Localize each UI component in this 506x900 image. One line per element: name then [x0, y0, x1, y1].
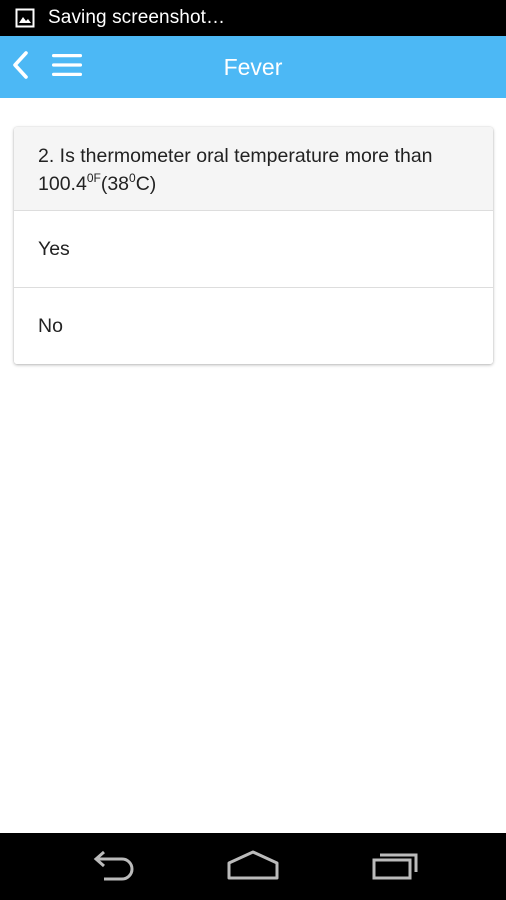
nav-home-icon — [225, 849, 281, 886]
app-bar: Fever — [0, 36, 506, 98]
question-text-mid: (38 — [100, 173, 130, 195]
nav-recents-icon — [370, 849, 422, 886]
question-superscript-unit: 0F — [86, 171, 101, 185]
status-notification-text: Saving screenshot… — [48, 7, 226, 28]
nav-recents-button[interactable] — [366, 847, 426, 887]
question-superscript-degree: 0 — [129, 171, 136, 185]
nav-home-button[interactable] — [223, 847, 283, 887]
back-button[interactable] — [6, 48, 34, 86]
question-card: 2. Is thermometer oral temperature more … — [14, 127, 493, 364]
question-text-end: C) — [135, 173, 157, 195]
nav-back-button[interactable] — [83, 847, 143, 887]
image-icon — [14, 7, 36, 29]
chevron-left-icon — [10, 50, 30, 85]
status-bar: Saving screenshot… — [0, 0, 506, 36]
system-navigation-bar — [0, 833, 506, 900]
hamburger-menu-icon — [51, 52, 83, 83]
question-text: 2. Is thermometer oral temperature more … — [14, 127, 493, 211]
menu-button[interactable] — [48, 50, 86, 84]
answer-option-yes[interactable]: Yes — [14, 211, 493, 288]
question-text-main: 2. Is thermometer oral temperature more … — [38, 145, 433, 195]
app-screen: Saving screenshot… Fever 2. Is thermomet… — [0, 0, 506, 900]
nav-back-icon — [88, 849, 138, 886]
answer-option-no[interactable]: No — [14, 288, 493, 364]
